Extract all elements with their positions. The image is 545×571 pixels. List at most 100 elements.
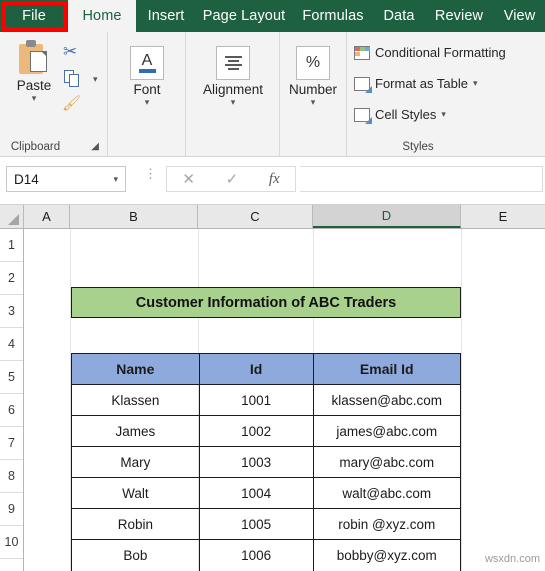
table-row[interactable]: Klassen 1001 klassen@abc.com (72, 385, 460, 416)
percent-glyph: % (305, 54, 321, 71)
cell-styles-chevron-down-icon[interactable]: ▾ (441, 109, 446, 120)
cell-email[interactable]: mary@abc.com (313, 447, 460, 478)
table-row[interactable]: James 1002 james@abc.com (72, 416, 460, 447)
name-box-chevron-down-icon[interactable]: ▾ (113, 174, 118, 185)
row-header-9[interactable]: 9 (0, 493, 23, 526)
row-header-5[interactable]: 5 (0, 361, 23, 394)
table-row[interactable]: Bob 1006 bobby@xyz.com (72, 540, 460, 571)
column-header-d[interactable]: D (313, 205, 461, 228)
ribbon-group-number: % Number ▾ (280, 32, 347, 157)
ribbon-tab-review[interactable]: Review (424, 0, 494, 32)
copy-icon[interactable] (64, 70, 80, 87)
table-row[interactable]: Walt 1004 walt@abc.com (72, 478, 460, 509)
ribbon-tab-page-layout[interactable]: Page Layout (196, 0, 292, 32)
format-painter-icon[interactable]: 🖌 (62, 94, 81, 112)
paste-button[interactable]: Paste ▾ (8, 40, 60, 103)
conditional-formatting-label: Conditional Formatting (375, 45, 506, 60)
row-header-4[interactable]: 4 (0, 328, 23, 361)
row-header-6[interactable]: 6 (0, 394, 23, 427)
sheet-title-banner-label: Customer Information of ABC Traders (135, 294, 397, 311)
cell-id[interactable]: 1006 (200, 540, 314, 571)
row-header-10[interactable]: 10 (0, 526, 23, 559)
row-header-1[interactable]: 1 (0, 229, 23, 262)
row-header-2[interactable]: 2 (0, 262, 23, 295)
row-header-9-label: 9 (8, 502, 15, 516)
formula-bar-buttons: ✕ ✓ fx (166, 166, 296, 192)
cell-name[interactable]: Klassen (72, 385, 200, 416)
row-header-8[interactable]: 8 (0, 460, 23, 493)
cell-id[interactable]: 1001 (199, 385, 314, 416)
column-header-a[interactable]: A (24, 205, 70, 228)
cell-email[interactable]: bobby@xyz.com (314, 540, 460, 571)
clipboard-dialog-launcher-icon[interactable]: ◢ (91, 141, 99, 152)
ribbon-group-alignment: Alignment ▾ (186, 32, 280, 157)
cell-name[interactable]: Walt (72, 478, 200, 509)
cell-name[interactable]: Bob (72, 540, 200, 571)
row-header-7[interactable]: 7 (0, 427, 23, 460)
select-all-corner-button[interactable] (0, 205, 24, 228)
alignment-chevron-down-icon[interactable]: ▾ (231, 98, 236, 107)
row-header-7-label: 7 (8, 436, 15, 450)
cell-email[interactable]: robin @xyz.com (313, 509, 460, 540)
column-header-e[interactable]: E (461, 205, 545, 228)
row-header-6-label: 6 (8, 403, 15, 417)
format-as-table-button[interactable]: Format as Table ▾ (354, 76, 478, 93)
ribbon-group-styles: Conditional Formatting Format as Table ▾… (347, 32, 545, 157)
cell-email[interactable]: klassen@abc.com (313, 385, 460, 416)
cell-name[interactable]: Mary (72, 447, 200, 478)
cell-id[interactable]: 1003 (199, 447, 314, 478)
font-chevron-down-icon[interactable]: ▾ (145, 98, 150, 107)
ribbon-tab-view[interactable]: View (494, 0, 545, 32)
row-header-4-label: 4 (8, 337, 15, 351)
alignment-button[interactable]: Alignment ▾ (203, 46, 263, 107)
sheet-title-banner[interactable]: Customer Information of ABC Traders (71, 287, 461, 318)
paste-button-label: Paste (16, 78, 52, 93)
format-as-table-label: Format as Table (375, 76, 468, 91)
table-row[interactable]: Robin 1005 robin @xyz.com (72, 509, 460, 540)
ribbon-tab-formulas-label: Formulas (302, 8, 364, 24)
cell-id[interactable]: 1004 (199, 478, 314, 509)
cancel-x-icon[interactable]: ✕ (182, 170, 195, 188)
ribbon-group-clipboard: Paste ▾ ✂ 🖌 ▾ Clipboard ◢ (0, 32, 108, 157)
column-header-b[interactable]: B (70, 205, 198, 228)
cell-styles-icon (354, 107, 372, 124)
paste-chevron-down-icon[interactable]: ▾ (32, 94, 37, 103)
cell-name[interactable]: James (72, 416, 200, 447)
table-row[interactable]: Mary 1003 mary@abc.com (72, 447, 460, 478)
ribbon-tab-insert[interactable]: Insert (136, 0, 196, 32)
alignment-button-label: Alignment (202, 82, 264, 97)
cell-styles-label: Cell Styles (375, 107, 437, 122)
ribbon-tab-formulas[interactable]: Formulas (292, 0, 374, 32)
fx-icon[interactable]: fx (269, 171, 280, 188)
cell-id[interactable]: 1002 (199, 416, 314, 447)
cell-name[interactable]: Robin (72, 509, 200, 540)
number-button[interactable]: % Number ▾ (289, 46, 337, 107)
row-header-3[interactable]: 3 (0, 295, 23, 328)
cell-email[interactable]: walt@abc.com (313, 478, 460, 509)
formula-input[interactable] (300, 166, 543, 192)
column-header-row: A B C D E (0, 205, 545, 229)
format-as-table-chevron-down-icon[interactable]: ▾ (473, 78, 478, 89)
ribbon-tab-data[interactable]: Data (374, 0, 424, 32)
font-button[interactable]: A Font ▾ (125, 46, 169, 107)
column-header-a-label: A (42, 209, 51, 224)
cut-scissors-icon[interactable]: ✂ (63, 42, 77, 62)
column-header-c[interactable]: C (198, 205, 313, 228)
number-chevron-down-icon[interactable]: ▾ (311, 98, 316, 107)
table-header-row: Name Id Email Id (72, 354, 460, 385)
name-box[interactable]: D14 ▾ (6, 166, 126, 192)
enter-check-icon[interactable]: ✓ (226, 170, 239, 188)
cell-email[interactable]: james@abc.com (313, 416, 460, 447)
name-box-value: D14 (14, 171, 39, 187)
column-header-b-label: B (129, 209, 138, 224)
cell-styles-button[interactable]: Cell Styles ▾ (354, 107, 446, 124)
ribbon-group-styles-label: Styles (402, 141, 434, 153)
formula-bar-grip[interactable]: ⋮ (144, 167, 157, 180)
ribbon-tab-home[interactable]: Home (68, 0, 136, 32)
conditional-formatting-button[interactable]: Conditional Formatting (354, 45, 506, 60)
clipboard-more-chevron-down-icon[interactable]: ▾ (93, 75, 98, 84)
column-header-c-label: C (250, 209, 260, 224)
row-header-8-label: 8 (8, 469, 15, 483)
cell-id[interactable]: 1005 (199, 509, 314, 540)
row-header-3-label: 3 (8, 304, 15, 318)
